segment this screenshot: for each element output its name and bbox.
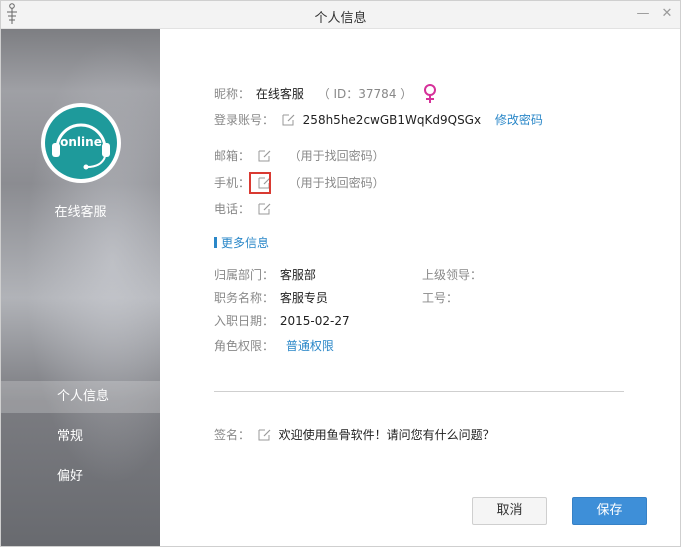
edit-signature-icon[interactable] [258, 428, 271, 441]
title-bar[interactable]: 个人信息 — ✕ [1, 1, 680, 29]
main-panel: 昵称： 在线客服 （ ID：37784 ） 登录账号： 258h5he2cwGB… [160, 29, 680, 546]
phone-edit-highlight [249, 172, 271, 194]
account-label: 登录账号： [214, 113, 275, 127]
empno-row: 工号： [422, 289, 458, 307]
signature-label: 签名： [214, 428, 251, 442]
phone-row: 手机： （用于找回密码） [214, 174, 385, 192]
section-marker [214, 237, 217, 248]
tel-label: 电话： [214, 202, 251, 216]
role-row: 角色权限： 普通权限 [214, 337, 334, 355]
edit-email-icon[interactable] [258, 149, 271, 162]
side-menu: 个人信息 常规 偏好 [1, 381, 160, 501]
role-link[interactable]: 普通权限 [286, 339, 334, 353]
window-title: 个人信息 [314, 11, 367, 26]
nickname-row: 昵称： 在线客服 （ ID：37784 ） [214, 85, 412, 103]
divider [214, 391, 624, 392]
female-icon [424, 84, 436, 103]
avatar-text: online [60, 135, 102, 149]
sidebar-item-general[interactable]: 常规 [1, 421, 160, 453]
position-row: 职务名称： 客服专员 [214, 289, 328, 307]
account-row: 登录账号： 258h5he2cwGB1WqKd9QSGx 修改密码 [214, 111, 543, 129]
minimize-button[interactable]: — [635, 6, 651, 22]
hire-date-value: 2015-02-27 [279, 314, 350, 328]
save-button[interactable]: 保存 [572, 497, 647, 525]
more-info-label: 更多信息 [221, 236, 270, 250]
email-row: 邮箱： （用于找回密码） [214, 147, 385, 165]
nickname-label: 昵称： [214, 87, 251, 101]
dept-row: 归属部门： 客服部 [214, 266, 316, 284]
tel-row: 电话： [214, 200, 271, 218]
phone-hint: （用于找回密码） [288, 176, 385, 190]
cancel-button[interactable]: 取消 [472, 497, 547, 525]
change-password-link[interactable]: 修改密码 [495, 113, 543, 127]
leader-label: 上级领导： [422, 268, 483, 282]
sidebar: online 在线客服 个人信息 常规 偏好 [1, 29, 160, 546]
hire-date-row: 入职日期： 2015-02-27 [214, 312, 350, 330]
empno-label: 工号： [422, 291, 459, 305]
account-value: 258h5he2cwGB1WqKd9QSGx [302, 113, 482, 127]
nickname-value: 在线客服 [255, 87, 304, 101]
edit-tel-icon[interactable] [258, 202, 271, 215]
profile-window: 个人信息 — ✕ online 在线客服 个人信息 常规 偏好 昵称： 在线客服… [0, 0, 681, 547]
signature-row: 签名： 欢迎使用鱼骨软件！请问您有什么问题？ [214, 426, 495, 444]
sidebar-item-profile[interactable]: 个人信息 [1, 381, 160, 413]
position-label: 职务名称： [214, 291, 275, 305]
dept-value: 客服部 [279, 268, 316, 282]
close-button[interactable]: ✕ [659, 6, 675, 22]
sidebar-item-preferences[interactable]: 偏好 [1, 461, 160, 493]
email-hint: （用于找回密码） [288, 149, 385, 163]
user-id: （ ID：37784 ） [317, 87, 413, 101]
edit-icon[interactable] [282, 113, 295, 126]
hire-date-label: 入职日期： [214, 314, 275, 328]
dept-label: 归属部门： [214, 268, 275, 282]
phone-label: 手机： [214, 176, 251, 190]
position-value: 客服专员 [279, 291, 328, 305]
avatar[interactable]: online [41, 103, 121, 183]
signature-text: 欢迎使用鱼骨软件！请问您有什么问题？ [278, 428, 495, 442]
more-info-title: 更多信息 [214, 234, 269, 251]
role-label: 角色权限： [214, 339, 275, 353]
leader-row: 上级领导： [422, 266, 482, 284]
user-name: 在线客服 [54, 205, 107, 220]
email-label: 邮箱： [214, 149, 251, 163]
